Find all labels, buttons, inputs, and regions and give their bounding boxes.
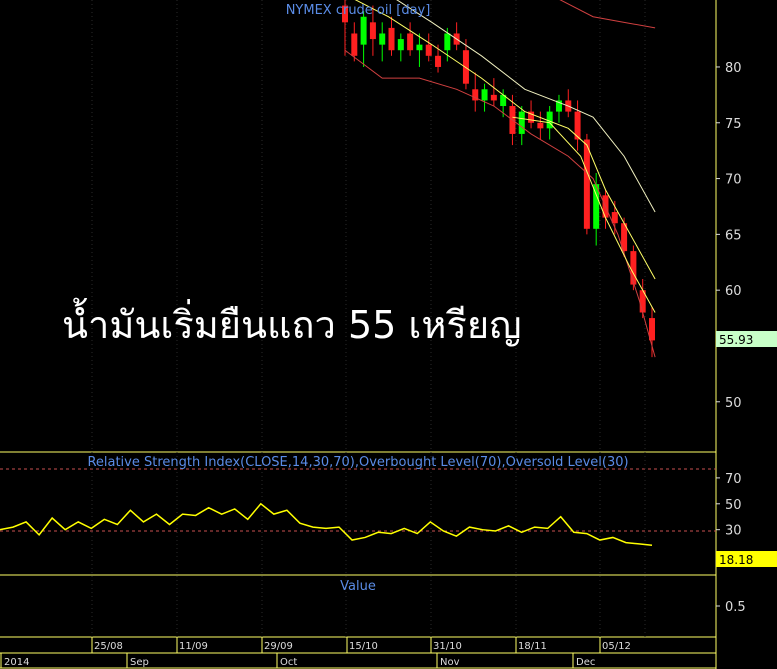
date-label: 18/11 xyxy=(518,641,547,652)
rsi-title: Relative Strength Index(CLOSE,14,30,70),… xyxy=(87,455,628,470)
date-label: 29/09 xyxy=(264,641,293,652)
candle-body xyxy=(369,22,376,40)
candle-body xyxy=(435,55,442,67)
rsi-tick-label: 50 xyxy=(725,498,742,513)
price-tick-label: 70 xyxy=(725,173,742,188)
rsi-tick-label: 70 xyxy=(725,472,742,487)
month-label: Oct xyxy=(280,657,297,668)
candle-body xyxy=(388,27,395,51)
stock-chart: 50 60 65 70 75 80 30 50 70 25/08 11/09 29/09 15/10… xyxy=(0,0,777,669)
rsi-series xyxy=(0,502,653,546)
chart-title: NYMEX crude oil [day] xyxy=(286,3,431,18)
price-axis: 50 60 65 70 75 80 xyxy=(716,61,742,411)
candle-body xyxy=(518,111,525,134)
candle-body xyxy=(490,94,497,101)
month-label: Nov xyxy=(440,657,460,668)
candle-body xyxy=(630,251,637,285)
value-panel-title: Value xyxy=(340,579,376,594)
date-label: 05/12 xyxy=(602,641,631,652)
candle-body xyxy=(537,122,544,129)
last-price-label: 55.93 xyxy=(719,333,753,347)
date-label: 25/08 xyxy=(94,641,123,652)
price-tick-label: 75 xyxy=(725,117,742,132)
date-label: 11/09 xyxy=(179,641,208,652)
rsi-tick-label: 30 xyxy=(725,524,742,539)
candle-body xyxy=(462,50,469,84)
candle-body xyxy=(583,139,590,229)
candle-body xyxy=(351,33,358,56)
price-tick-label: 65 xyxy=(725,228,742,243)
candle-body xyxy=(425,44,432,56)
price-tick-label: 80 xyxy=(725,61,742,76)
rsi-axis: 30 50 70 xyxy=(716,472,742,539)
candle-body xyxy=(407,33,414,51)
candle-body xyxy=(444,33,451,51)
candle-body xyxy=(481,89,488,101)
candle-body xyxy=(397,39,404,51)
price-tick-label: 60 xyxy=(725,284,742,299)
rsi-last-label: 18.18 xyxy=(719,553,753,567)
candle-body xyxy=(416,44,423,51)
envelope-upper-line xyxy=(559,0,656,29)
date-label: 31/10 xyxy=(433,641,462,652)
value-tick-label: 0.5 xyxy=(725,600,746,615)
price-tick-label: 50 xyxy=(725,396,742,411)
month-label: Sep xyxy=(130,657,149,668)
date-label: 15/10 xyxy=(349,641,378,652)
rsi-line xyxy=(0,502,653,546)
month-label: Dec xyxy=(576,657,595,668)
month-label: 2014 xyxy=(4,657,29,668)
candle-body xyxy=(379,33,386,45)
candle-body xyxy=(360,16,367,45)
annotation-text: น้ำมันเริ่มยืนแถว 55 เหรียญ xyxy=(62,297,521,347)
